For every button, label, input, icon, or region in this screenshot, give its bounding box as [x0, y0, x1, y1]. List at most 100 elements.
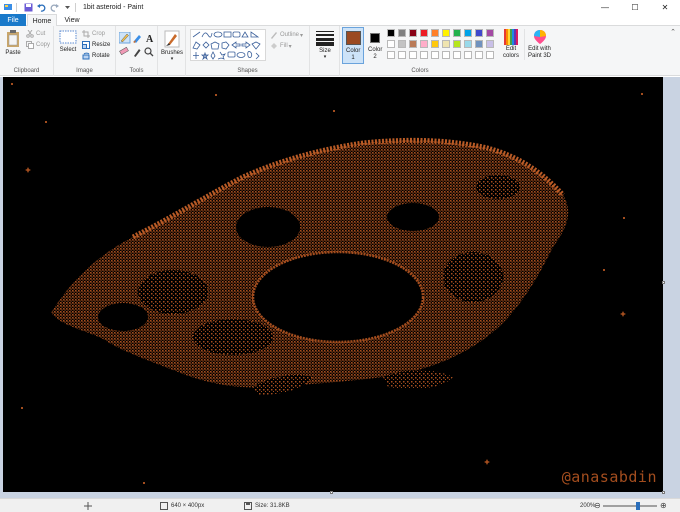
- undo-icon[interactable]: [36, 2, 46, 12]
- rotate-button[interactable]: Rotate: [82, 52, 110, 60]
- color2-button[interactable]: Color 2: [365, 27, 385, 64]
- asteroid-artwork: [11, 83, 643, 484]
- crop-label: Crop: [92, 31, 106, 37]
- color1-label: Color 1: [346, 48, 361, 61]
- canvas-workspace: @anasabdin: [0, 77, 680, 498]
- zoom-in-icon[interactable]: ⊕: [660, 501, 667, 510]
- customize-quick-access-icon[interactable]: [62, 2, 72, 12]
- scissors-icon: [26, 30, 34, 38]
- zoom-out-icon[interactable]: ⊖: [594, 501, 601, 510]
- select-button[interactable]: Select: [57, 30, 79, 53]
- close-button[interactable]: ✕: [650, 0, 680, 14]
- color2-swatch: [370, 33, 380, 43]
- minimize-button[interactable]: —: [590, 0, 620, 14]
- window-title: 1bit asteroid - Paint: [83, 3, 144, 11]
- brush-icon: [164, 30, 180, 48]
- crosshair-icon: [84, 501, 92, 510]
- clipboard-group-label: Clipboard: [13, 68, 40, 74]
- palette-swatch[interactable]: [475, 29, 483, 37]
- palette-swatch[interactable]: [442, 51, 450, 59]
- select-label: Select: [59, 47, 77, 53]
- shapes-gallery[interactable]: [190, 29, 266, 61]
- fill-dropdown[interactable]: Fill ▾: [270, 42, 292, 50]
- palette-swatch[interactable]: [387, 51, 395, 59]
- palette-swatch[interactable]: [431, 29, 439, 37]
- palette-swatch[interactable]: [398, 51, 406, 59]
- color1-button[interactable]: Color 1: [342, 27, 364, 64]
- palette-swatch[interactable]: [475, 51, 483, 59]
- canvas-resize-handle[interactable]: [662, 491, 665, 494]
- palette-swatch[interactable]: [387, 29, 395, 37]
- palette-swatch[interactable]: [486, 29, 494, 37]
- maximize-button[interactable]: ☐: [620, 0, 650, 14]
- palette-swatch[interactable]: [431, 40, 439, 48]
- canvas-resize-handle[interactable]: [330, 491, 333, 494]
- palette-swatch[interactable]: [420, 29, 428, 37]
- palette-swatch[interactable]: [420, 40, 428, 48]
- size-button[interactable]: Size ▾: [313, 30, 337, 60]
- chevron-down-icon: ▾: [288, 43, 292, 50]
- paste-button[interactable]: Paste: [3, 29, 23, 56]
- palette-swatch[interactable]: [453, 40, 461, 48]
- brushes-button[interactable]: Brushes ▾: [160, 29, 184, 62]
- cut-button[interactable]: Cut: [26, 30, 45, 38]
- palette-swatch[interactable]: [398, 29, 406, 37]
- color2-label: Color 2: [368, 47, 383, 60]
- palette-swatch[interactable]: [464, 51, 472, 59]
- palette-swatch[interactable]: [409, 51, 417, 59]
- edit-with-paint3d-button[interactable]: Edit with Paint 3D: [524, 29, 554, 60]
- palette-swatch[interactable]: [464, 40, 472, 48]
- palette-swatch[interactable]: [431, 51, 439, 59]
- tab-view[interactable]: View: [60, 14, 84, 26]
- zoom-slider-thumb[interactable]: [636, 502, 640, 510]
- save-icon[interactable]: [23, 2, 33, 12]
- zoom-slider[interactable]: [603, 505, 657, 507]
- image-dimensions: 640 × 400px: [160, 501, 204, 510]
- brushes-group: Brushes ▾: [158, 26, 186, 76]
- file-size: Size: 31.8KB: [244, 501, 290, 510]
- artist-watermark: @anasabdin: [561, 468, 657, 486]
- redo-icon[interactable]: [49, 2, 59, 12]
- collapse-ribbon-icon[interactable]: ⌃: [670, 28, 676, 36]
- resize-button[interactable]: Resize: [82, 41, 110, 49]
- tab-file[interactable]: File: [0, 14, 26, 26]
- palette-swatch[interactable]: [420, 51, 428, 59]
- palette-swatch[interactable]: [486, 51, 494, 59]
- window-controls: — ☐ ✕: [590, 0, 680, 14]
- palette-swatch[interactable]: [486, 40, 494, 48]
- palette-swatch[interactable]: [475, 40, 483, 48]
- crop-icon: [82, 30, 90, 38]
- edit-paint3d-label: Edit with Paint 3D: [527, 46, 551, 59]
- crop-button[interactable]: Crop: [82, 30, 105, 38]
- chevron-down-icon: ▾: [170, 56, 174, 62]
- outline-dropdown[interactable]: Outline ▾: [270, 31, 303, 39]
- edit-colors-button[interactable]: Edit colors: [500, 29, 522, 60]
- palette-swatch[interactable]: [453, 51, 461, 59]
- cursor-position: [84, 501, 95, 510]
- palette-swatch[interactable]: [442, 40, 450, 48]
- image-group-label: Image: [76, 68, 93, 74]
- status-bar: 640 × 400px Size: 31.8KB 200% ⊖ ⊕: [0, 498, 680, 512]
- palette-swatch[interactable]: [453, 29, 461, 37]
- drawing-canvas[interactable]: @anasabdin: [3, 77, 663, 492]
- palette-swatch[interactable]: [442, 29, 450, 37]
- palette-swatch[interactable]: [409, 40, 417, 48]
- canvas-resize-handle[interactable]: [662, 281, 665, 284]
- palette-swatch[interactable]: [387, 40, 395, 48]
- tools-icons: A: [119, 32, 154, 57]
- palette-swatch[interactable]: [409, 29, 417, 37]
- resize-icon: [82, 41, 90, 49]
- copy-button[interactable]: Copy: [26, 41, 50, 49]
- palette-swatch[interactable]: [398, 40, 406, 48]
- file-size-text: Size: 31.8KB: [255, 502, 290, 509]
- size-group: Size ▾: [310, 26, 340, 76]
- color1-swatch: [346, 31, 361, 45]
- palette-swatch[interactable]: [464, 29, 472, 37]
- line-width-icon: [316, 31, 334, 46]
- ribbon-tabs: File Home View: [0, 14, 680, 27]
- colors-group: Color 1 Color 2 Edit colors Edit with Pa…: [340, 26, 560, 76]
- disk-icon: [244, 501, 252, 510]
- copy-icon: [26, 41, 34, 49]
- rotate-label: Rotate: [92, 53, 110, 59]
- edit-colors-label: Edit colors: [502, 46, 519, 59]
